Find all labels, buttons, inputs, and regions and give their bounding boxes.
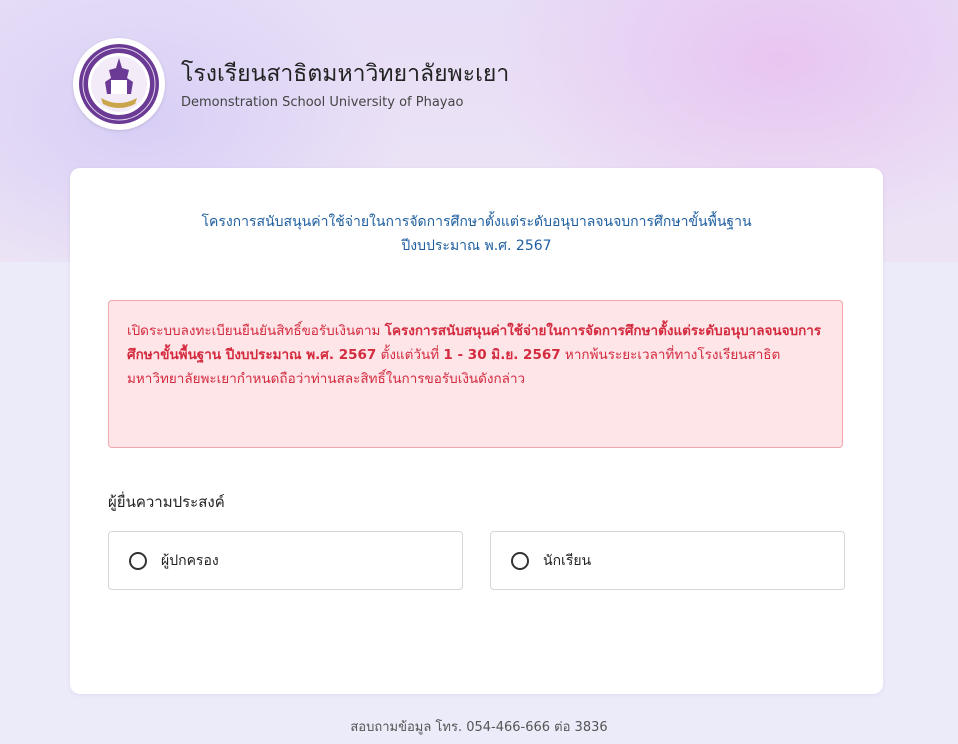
site-header: โรงเรียนสาธิตมหาวิทยาลัยพะเยา Demonstrat… [73,38,509,130]
applicant-option-student[interactable]: นักเรียน [490,531,845,590]
radio-button-parent[interactable] [129,551,147,570]
registration-card: โครงการสนับสนุนค่าใช้จ่ายในการจัดการศึกษ… [70,168,883,694]
radio-button-student[interactable] [511,551,529,570]
project-title-line-1: โครงการสนับสนุนค่าใช้จ่ายในการจัดการศึกษ… [201,214,752,230]
project-title-line-2: ปีงบประมาณ พ.ศ. 2567 [401,238,552,254]
notice-intro: เปิดระบบลงทะเบียนยืนยันสิทธิ์ขอรับเงินตา… [127,323,385,339]
applicant-option-parent-label: ผู้ปกครอง [161,552,219,569]
school-emblem-icon [73,38,165,130]
school-name-thai: โรงเรียนสาธิตมหาวิทยาลัยพะเยา [181,60,510,87]
project-title: โครงการสนับสนุนค่าใช้จ่ายในการจัดการศึกษ… [70,210,883,258]
notice-date-range: 1 - 30 มิ.ย. 2567 [443,347,561,363]
contact-footer: สอบถามข้อมูล โทร. 054-466-666 ต่อ 3836 [350,720,608,735]
applicant-option-student-label: นักเรียน [543,552,592,569]
school-name-english: Demonstration School University of Phaya… [181,94,464,110]
applicant-option-parent[interactable]: ผู้ปกครอง [108,531,463,590]
applicant-label: ผู้ยื่นความประสงค์ [108,493,225,511]
notice-date-prefix: ตั้งแต่วันที่ [376,347,444,363]
registration-notice-alert: เปิดระบบลงทะเบียนยืนยันสิทธิ์ขอรับเงินตา… [108,300,843,448]
